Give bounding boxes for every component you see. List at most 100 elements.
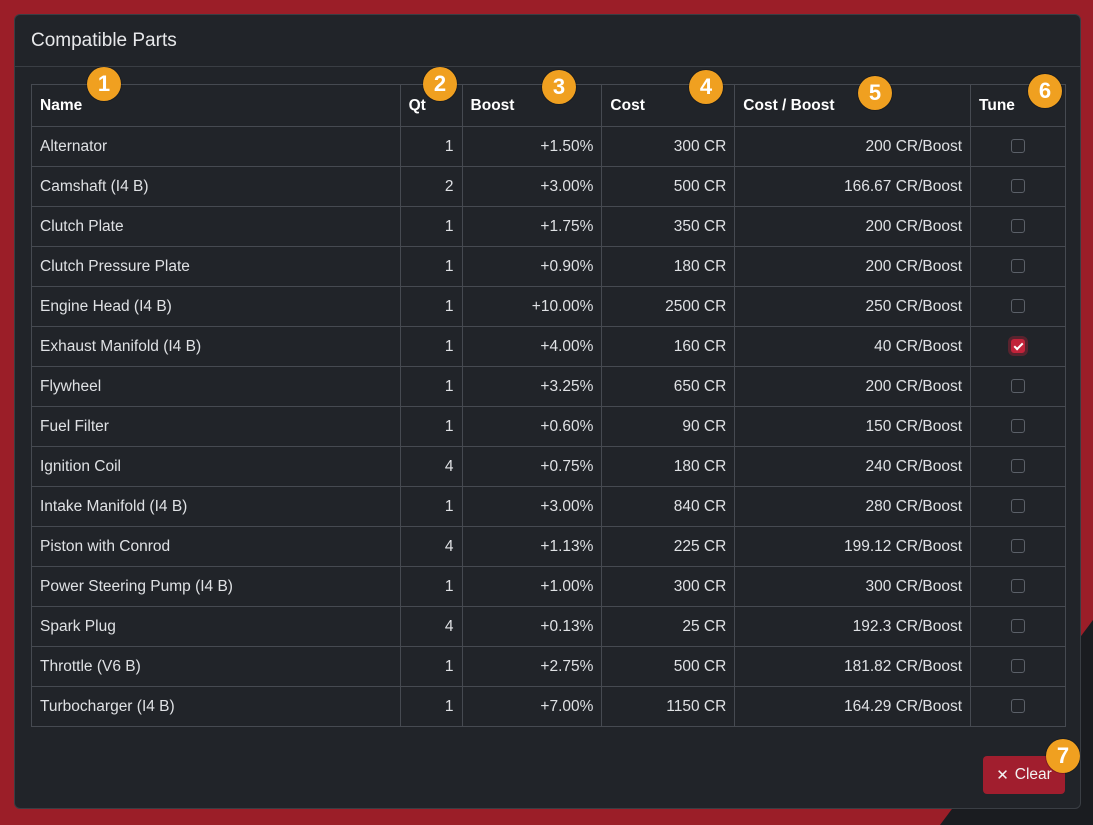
cell-cost: 500 CR xyxy=(601,646,736,687)
cell-cost-boost: 192.3 CR/Boost xyxy=(734,606,972,647)
cell-cost: 650 CR xyxy=(601,366,736,407)
annotation-badge-3: 3 xyxy=(542,70,576,104)
table-row: Throttle (V6 B) 1 +2.75% 500 CR 181.82 CR/Bo… xyxy=(31,646,1066,687)
table-row: Intake Manifold (I4 B) 1 +3.00% 840 CR 280 C… xyxy=(31,486,1066,527)
cell-qt: 4 xyxy=(399,606,463,647)
cell-name: Intake Manifold (I4 B) xyxy=(31,486,401,527)
column-header-name[interactable]: Name xyxy=(31,84,401,127)
cell-boost: +0.60% xyxy=(461,406,603,447)
cell-boost: +3.00% xyxy=(461,486,603,527)
tune-checkbox[interactable] xyxy=(1011,379,1026,394)
cell-qt: 1 xyxy=(399,406,463,447)
cell-name: Turbocharger (I4 B) xyxy=(31,686,401,727)
cell-cost-boost: 150 CR/Boost xyxy=(734,406,972,447)
cell-boost: +1.13% xyxy=(461,526,603,567)
cell-tune xyxy=(970,406,1066,447)
cell-name: Flywheel xyxy=(31,366,401,407)
cell-boost: +0.75% xyxy=(461,446,603,487)
compatible-parts-panel: Compatible Parts Name Qt Boost Cost Cost… xyxy=(14,14,1081,809)
cell-cost: 300 CR xyxy=(601,566,736,607)
annotation-badge-5: 5 xyxy=(858,76,892,110)
cell-cost-boost: 280 CR/Boost xyxy=(734,486,972,527)
parts-table: Name Qt Boost Cost Cost / Boost Tune Alt… xyxy=(31,84,1066,727)
tune-checkbox[interactable] xyxy=(1011,139,1026,154)
cell-cost-boost: 300 CR/Boost xyxy=(734,566,972,607)
cell-name: Power Steering Pump (I4 B) xyxy=(31,566,401,607)
table-row: Fuel Filter 1 +0.60% 90 CR 150 CR/Boost xyxy=(31,406,1066,447)
panel-title: Compatible Parts xyxy=(31,29,177,51)
cell-name: Ignition Coil xyxy=(31,446,401,487)
cell-cost-boost: 40 CR/Boost xyxy=(734,326,972,367)
cell-boost: +1.50% xyxy=(461,126,603,167)
cell-cost-boost: 240 CR/Boost xyxy=(734,446,972,487)
tune-checkbox[interactable] xyxy=(1011,179,1026,194)
tune-checkbox[interactable] xyxy=(1011,619,1026,634)
cell-qt: 1 xyxy=(399,246,463,287)
tune-checkbox[interactable] xyxy=(1011,699,1026,714)
table-row: Flywheel 1 +3.25% 650 CR 200 CR/Boost xyxy=(31,366,1066,407)
cell-qt: 1 xyxy=(399,366,463,407)
cell-qt: 2 xyxy=(399,166,463,207)
tune-checkbox[interactable] xyxy=(1011,659,1026,674)
table-row: Clutch Plate 1 +1.75% 350 CR 200 CR/Boost xyxy=(31,206,1066,247)
cell-cost-boost: 200 CR/Boost xyxy=(734,246,972,287)
cell-boost: +2.75% xyxy=(461,646,603,687)
table-row: Spark Plug 4 +0.13% 25 CR 192.3 CR/Boost xyxy=(31,606,1066,647)
cell-qt: 1 xyxy=(399,566,463,607)
annotation-badge-4: 4 xyxy=(689,70,723,104)
table-row: Piston with Conrod 4 +1.13% 225 CR 199.12 CR… xyxy=(31,526,1066,567)
table-row: Engine Head (I4 B) 1 +10.00% 2500 CR 250 CR/… xyxy=(31,286,1066,327)
cell-tune xyxy=(970,486,1066,527)
cell-name: Piston with Conrod xyxy=(31,526,401,567)
tune-checkbox[interactable] xyxy=(1011,459,1026,474)
cell-qt: 1 xyxy=(399,326,463,367)
annotation-badge-2: 2 xyxy=(423,67,457,101)
cell-tune xyxy=(970,686,1066,727)
cell-cost-boost: 164.29 CR/Boost xyxy=(734,686,972,727)
cell-qt: 1 xyxy=(399,486,463,527)
clear-button-label: Clear xyxy=(1014,766,1052,783)
tune-checkbox[interactable] xyxy=(1011,259,1026,274)
cell-cost-boost: 200 CR/Boost xyxy=(734,206,972,247)
cell-cost-boost: 200 CR/Boost xyxy=(734,366,972,407)
cell-qt: 4 xyxy=(399,526,463,567)
cell-tune xyxy=(970,286,1066,327)
cell-cost: 160 CR xyxy=(601,326,736,367)
table-row: Exhaust Manifold (I4 B) 1 +4.00% 160 CR 40 C… xyxy=(31,326,1066,367)
tune-checkbox[interactable] xyxy=(1011,419,1026,434)
cell-cost: 2500 CR xyxy=(601,286,736,327)
cell-boost: +0.13% xyxy=(461,606,603,647)
tune-checkbox[interactable] xyxy=(1011,339,1026,354)
cell-name: Throttle (V6 B) xyxy=(31,646,401,687)
annotation-badge-7: 7 xyxy=(1046,739,1080,773)
cell-cost: 350 CR xyxy=(601,206,736,247)
cell-cost: 1150 CR xyxy=(601,686,736,727)
cell-boost: +3.00% xyxy=(461,166,603,207)
cell-tune xyxy=(970,366,1066,407)
cell-boost: +7.00% xyxy=(461,686,603,727)
tune-checkbox[interactable] xyxy=(1011,299,1026,314)
cell-boost: +4.00% xyxy=(461,326,603,367)
cell-tune xyxy=(970,166,1066,207)
column-header-boost[interactable]: Boost xyxy=(461,84,603,127)
panel-header: Compatible Parts xyxy=(15,15,1080,67)
cell-qt: 4 xyxy=(399,446,463,487)
cell-qt: 1 xyxy=(399,126,463,167)
cell-boost: +0.90% xyxy=(461,246,603,287)
column-header-cost-boost[interactable]: Cost / Boost xyxy=(734,84,972,127)
tune-checkbox[interactable] xyxy=(1011,499,1026,514)
table-row: Alternator 1 +1.50% 300 CR 200 CR/Boost xyxy=(31,126,1066,167)
annotation-badge-6: 6 xyxy=(1028,74,1062,108)
cell-cost: 180 CR xyxy=(601,446,736,487)
cell-cost: 300 CR xyxy=(601,126,736,167)
cell-cost-boost: 199.12 CR/Boost xyxy=(734,526,972,567)
close-icon: ✕ xyxy=(996,766,1009,784)
tune-checkbox[interactable] xyxy=(1011,579,1026,594)
cell-name: Alternator xyxy=(31,126,401,167)
tune-checkbox[interactable] xyxy=(1011,219,1026,234)
cell-tune xyxy=(970,446,1066,487)
cell-tune xyxy=(970,246,1066,287)
tune-checkbox[interactable] xyxy=(1011,539,1026,554)
table-row: Clutch Pressure Plate 1 +0.90% 180 CR 200 CR… xyxy=(31,246,1066,287)
cell-tune xyxy=(970,646,1066,687)
